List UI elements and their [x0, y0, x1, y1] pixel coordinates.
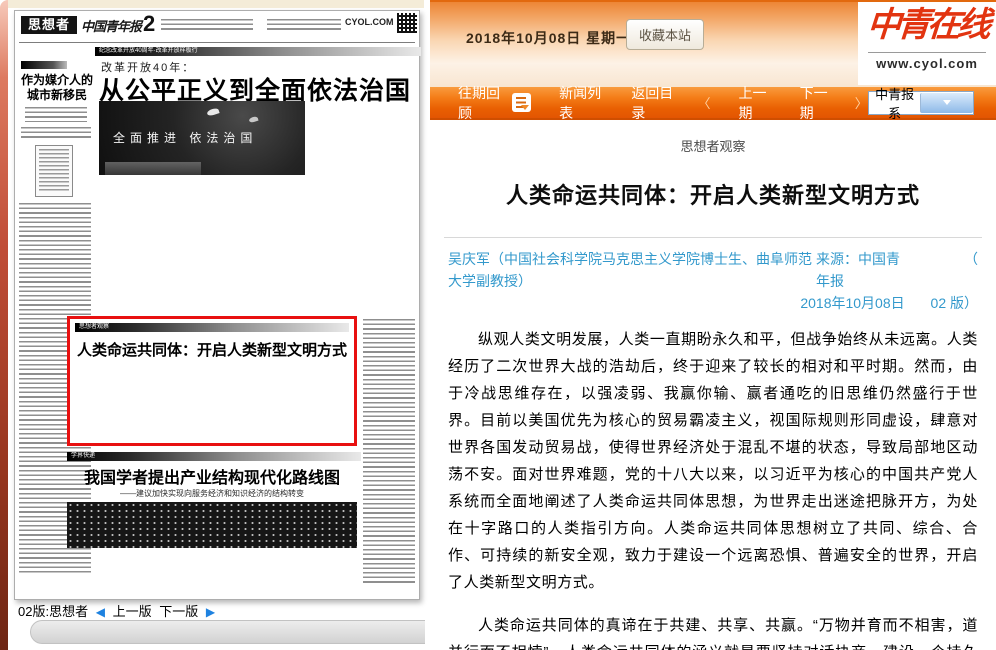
viewer-frame-top — [0, 0, 424, 8]
bottom-article-headline: 我国学者提出产业结构现代化路线图 — [67, 464, 357, 488]
highlight-columns — [79, 367, 345, 441]
issue-list-icon[interactable] — [512, 93, 531, 112]
lead-photo: 全面推进 依法治国 — [99, 101, 305, 175]
paper-section-banner: 思想者 — [21, 16, 77, 34]
viewer-footer: 02版:思想者 ◀ 上一版 下一版 ▶ — [18, 601, 219, 620]
site-logo[interactable]: 中青在线 www.cyol.com — [858, 2, 996, 85]
article-panel: 2018年10月08日 星期一 收藏本站 中青在线 www.cyol.com 往… — [430, 0, 996, 650]
header-date: 2018年10月08日 星期一 — [466, 28, 631, 48]
next-page-arrow-icon[interactable]: ▶ — [206, 605, 215, 619]
nav-next-issue[interactable]: 下一期 — [800, 83, 833, 123]
issue-nav-bar: 往期回顾 新闻列表 返回目录 〈 上一期 下一期 〉 中青报系 — [430, 87, 996, 120]
article-byline: 吴庆军（中国社会科学院马克思主义学院博士生、曲阜师范大学副教授） 来源：中国青年… — [448, 248, 978, 314]
next-issue-arrow-icon: 〉 — [855, 93, 868, 112]
paper-masthead-contacts — [267, 19, 341, 32]
highlight-banner: 思想者观察 — [75, 323, 349, 332]
paper-brand-logo: 中国青年报 — [81, 16, 141, 35]
dove-icon — [248, 116, 258, 124]
paper-top-banner: 纪念改革开放40周年·改革开放样板行 — [95, 47, 421, 56]
title-divider — [444, 237, 982, 238]
network-diagram-image — [67, 502, 357, 548]
article-category: 思想者观察 — [448, 136, 978, 155]
bottom-article-banner: 学界快递 — [67, 452, 361, 461]
article-content: 思想者观察 人类命运共同体：开启人类新型文明方式 吴庆军（中国社会科学院马克思主… — [430, 120, 996, 650]
lead-photo-caption: 全面推进 依法治国 — [113, 129, 257, 146]
chevron-down-icon[interactable] — [920, 93, 973, 113]
side-article-subtitle — [25, 107, 87, 122]
prev-page-arrow-icon[interactable]: ◀ — [96, 605, 105, 619]
qr-code-icon — [397, 13, 417, 33]
side-article-author — [21, 127, 91, 140]
article-source: 来源：中国青年报 — [816, 248, 908, 292]
side-column-banner — [21, 61, 67, 69]
site-url: www.cyol.com — [868, 52, 986, 71]
paper-series-dropdown[interactable]: 中青报系 — [868, 91, 974, 115]
article-paragraph: 纵观人类文明发展，人类一直期盼永久和平，但战争始终从未远离。人类经历了二次世界大… — [448, 326, 978, 596]
highlighted-article[interactable]: 思想者观察 人类命运共同体：开启人类新型文明方式 — [67, 316, 357, 446]
side-article-image — [35, 145, 73, 197]
page: 思想者 中国青年报 2 CYOL.COM 纪念改革开放40周年·改革开放样板行 … — [0, 0, 996, 650]
newspaper-page-thumbnail[interactable]: 思想者 中国青年报 2 CYOL.COM 纪念改革开放40周年·改革开放样板行 … — [14, 10, 420, 600]
lead-article-right-columns — [309, 101, 415, 315]
viewer-frame-left — [0, 0, 8, 650]
viewer-bottom-bar — [30, 620, 425, 644]
dove-icon — [206, 107, 219, 116]
paper-page-number: 2 — [143, 11, 155, 37]
dropdown-value: 中青报系 — [869, 84, 921, 122]
prev-issue-arrow-icon: 〈 — [698, 93, 711, 112]
nav-past-issues[interactable]: 往期回顾 — [458, 83, 502, 123]
article-date: 2018年10月08日 — [800, 295, 904, 311]
bookmark-site-button[interactable]: 收藏本站 — [626, 19, 704, 50]
nav-prev-issue[interactable]: 上一期 — [739, 83, 772, 123]
article-author: 吴庆军（中国社会科学院马克思主义学院博士生、曲阜师范大学副教授） — [448, 248, 816, 292]
masthead-rule — [19, 42, 415, 43]
next-page-link[interactable]: 下一版 — [159, 604, 198, 619]
side-article-title: 作为媒介人的城市新移民 — [17, 73, 97, 103]
outer-right-column — [363, 319, 415, 585]
nav-return-toc[interactable]: 返回目录 — [631, 83, 675, 123]
byline-paren: （ — [964, 248, 978, 292]
lead-article-columns — [99, 181, 305, 313]
bottom-article-columns — [67, 502, 357, 588]
paper-masthead-info — [161, 19, 253, 32]
article-edition: 02 版） — [931, 295, 978, 311]
page-label: 02版:思想者 — [18, 604, 88, 619]
site-header: 2018年10月08日 星期一 收藏本站 中青在线 www.cyol.com — [430, 0, 996, 87]
article-paragraph: 人类命运共同体的真谛在于共建、共享、共赢。“万物并育而不相害，道并行而不相悖”。… — [448, 612, 978, 650]
nav-news-list[interactable]: 新闻列表 — [559, 83, 603, 123]
cyol-logo-text: 中青在线 — [857, 6, 996, 46]
paper-masthead-site: CYOL.COM — [345, 17, 394, 27]
building-silhouette — [105, 162, 201, 175]
highlight-headline: 人类命运共同体：开启人类新型文明方式 — [70, 339, 354, 360]
article-title: 人类命运共同体：开启人类新型文明方式 — [448, 181, 978, 211]
prev-page-link[interactable]: 上一版 — [113, 604, 152, 619]
newspaper-viewer: 思想者 中国青年报 2 CYOL.COM 纪念改革开放40周年·改革开放样板行 … — [0, 0, 424, 650]
bottom-article-subtitle: ——建议加快实现向服务经济和知识经济的结构转变 — [67, 488, 357, 499]
